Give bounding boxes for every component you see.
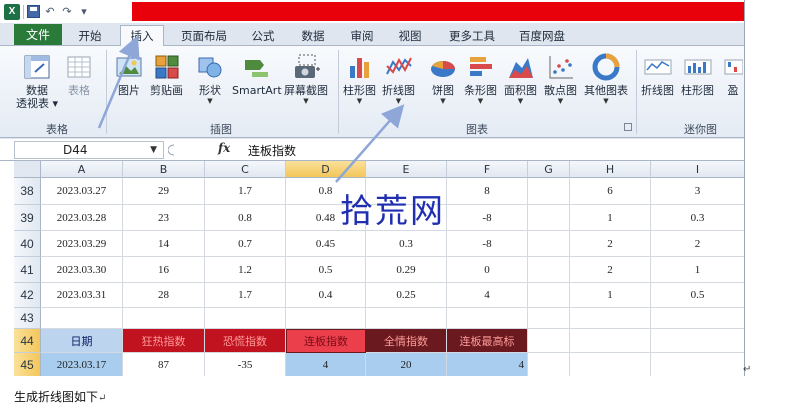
arrow-to-insert-tab bbox=[97, 35, 140, 129]
paragraph-mark-icon: ↵ bbox=[743, 364, 752, 375]
caption-label: 生成折线图如下 bbox=[14, 390, 99, 404]
caption-text: 生成折线图如下↵ bbox=[14, 388, 106, 405]
arrow-to-line-chart bbox=[335, 104, 405, 183]
caption-return-icon: ↵ bbox=[98, 393, 107, 404]
excel-window: X ↶ ↷ ▾ 文件 开始 插入 页面布局 公式 数据 审阅 视图 更多工具 百… bbox=[0, 0, 745, 376]
annotation-arrows bbox=[97, 35, 405, 183]
